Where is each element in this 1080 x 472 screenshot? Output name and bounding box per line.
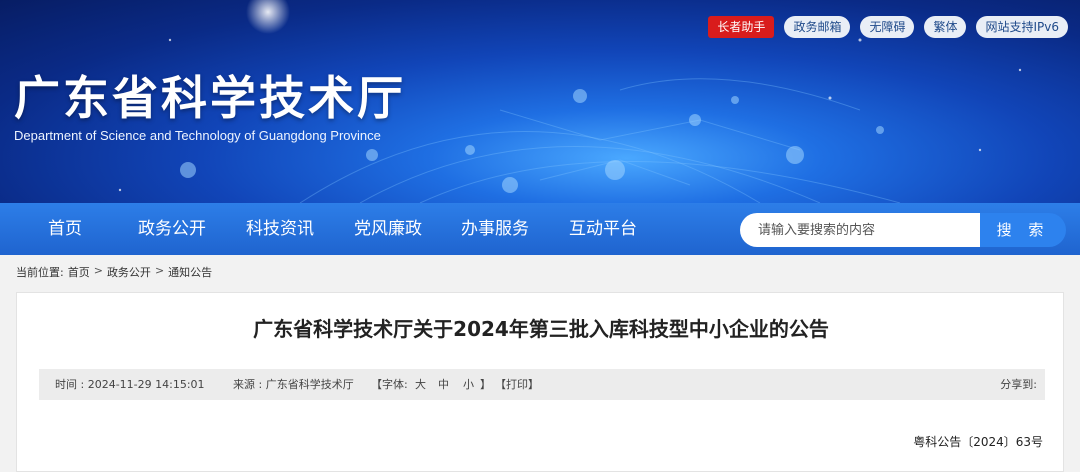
breadcrumb-notices[interactable]: 通知公告 xyxy=(168,264,212,280)
font-medium-button[interactable]: 中 xyxy=(438,369,449,400)
ipv6-support-badge[interactable]: 网站支持IPv6 xyxy=(976,16,1068,38)
nav-services[interactable]: 办事服务 xyxy=(461,203,529,255)
nav-tech-news[interactable]: 科技资讯 xyxy=(246,203,314,255)
light-flare-icon xyxy=(246,0,290,34)
nav-gov-affairs[interactable]: 政务公开 xyxy=(138,203,206,255)
breadcrumb-home[interactable]: 首页 xyxy=(68,264,90,280)
print-button[interactable]: 【打印】 xyxy=(495,369,539,400)
font-small-button[interactable]: 小 xyxy=(463,369,474,400)
search-button[interactable]: 搜 索 xyxy=(980,213,1066,247)
nav-interaction[interactable]: 互动平台 xyxy=(569,203,637,255)
article-source: 来源 : 广东省科学技术厅 xyxy=(233,378,354,391)
top-links: 长者助手 政务邮箱 无障碍 繁体 网站支持IPv6 xyxy=(708,16,1068,38)
accessibility-link[interactable]: 无障碍 xyxy=(860,16,915,38)
share-label: 分享到: xyxy=(1000,378,1037,391)
elder-assistant-button[interactable]: 长者助手 xyxy=(708,16,775,38)
font-size-label: 【字体: xyxy=(371,378,408,391)
article-panel: 广东省科学技术厅关于2024年第三批入库科技型中小企业的公告 时间 : 2024… xyxy=(16,292,1064,472)
article-title: 广东省科学技术厅关于2024年第三批入库科技型中小企业的公告 xyxy=(253,317,829,341)
breadcrumb-separator: > xyxy=(93,264,103,277)
header-banner: 广东省科学技术厅 Department of Science and Techn… xyxy=(0,0,1080,203)
breadcrumb-separator: > xyxy=(154,264,165,277)
site-title: 广东省科学技术厅 xyxy=(14,71,406,125)
traditional-chinese-link[interactable]: 繁体 xyxy=(924,16,967,38)
publish-time: 时间 : 2024-11-29 14:15:01 xyxy=(55,378,205,391)
nav-home[interactable]: 首页 xyxy=(48,203,82,255)
font-large-button[interactable]: 大 xyxy=(415,369,426,400)
article-meta-bar: 时间 : 2024-11-29 14:15:01 来源 : 广东省科学技术厅 【… xyxy=(39,369,1045,400)
main-nav: 首页 政务公开 科技资讯 党风廉政 办事服务 互动平台 xyxy=(0,203,1080,255)
font-size-close: 】 xyxy=(480,378,491,391)
breadcrumb: 当前位置: 首页 > 政务公开 > 通知公告 xyxy=(16,264,212,280)
nav-party-integrity[interactable]: 党风廉政 xyxy=(354,203,422,255)
site-subtitle: Department of Science and Technology of … xyxy=(14,128,381,143)
search-input[interactable] xyxy=(740,213,980,247)
gov-mailbox-link[interactable]: 政务邮箱 xyxy=(784,16,851,38)
document-number: 粤科公告〔2024〕63号 xyxy=(913,435,1043,449)
breadcrumb-prefix: 当前位置: xyxy=(16,266,64,279)
breadcrumb-gov-affairs[interactable]: 政务公开 xyxy=(107,264,151,280)
